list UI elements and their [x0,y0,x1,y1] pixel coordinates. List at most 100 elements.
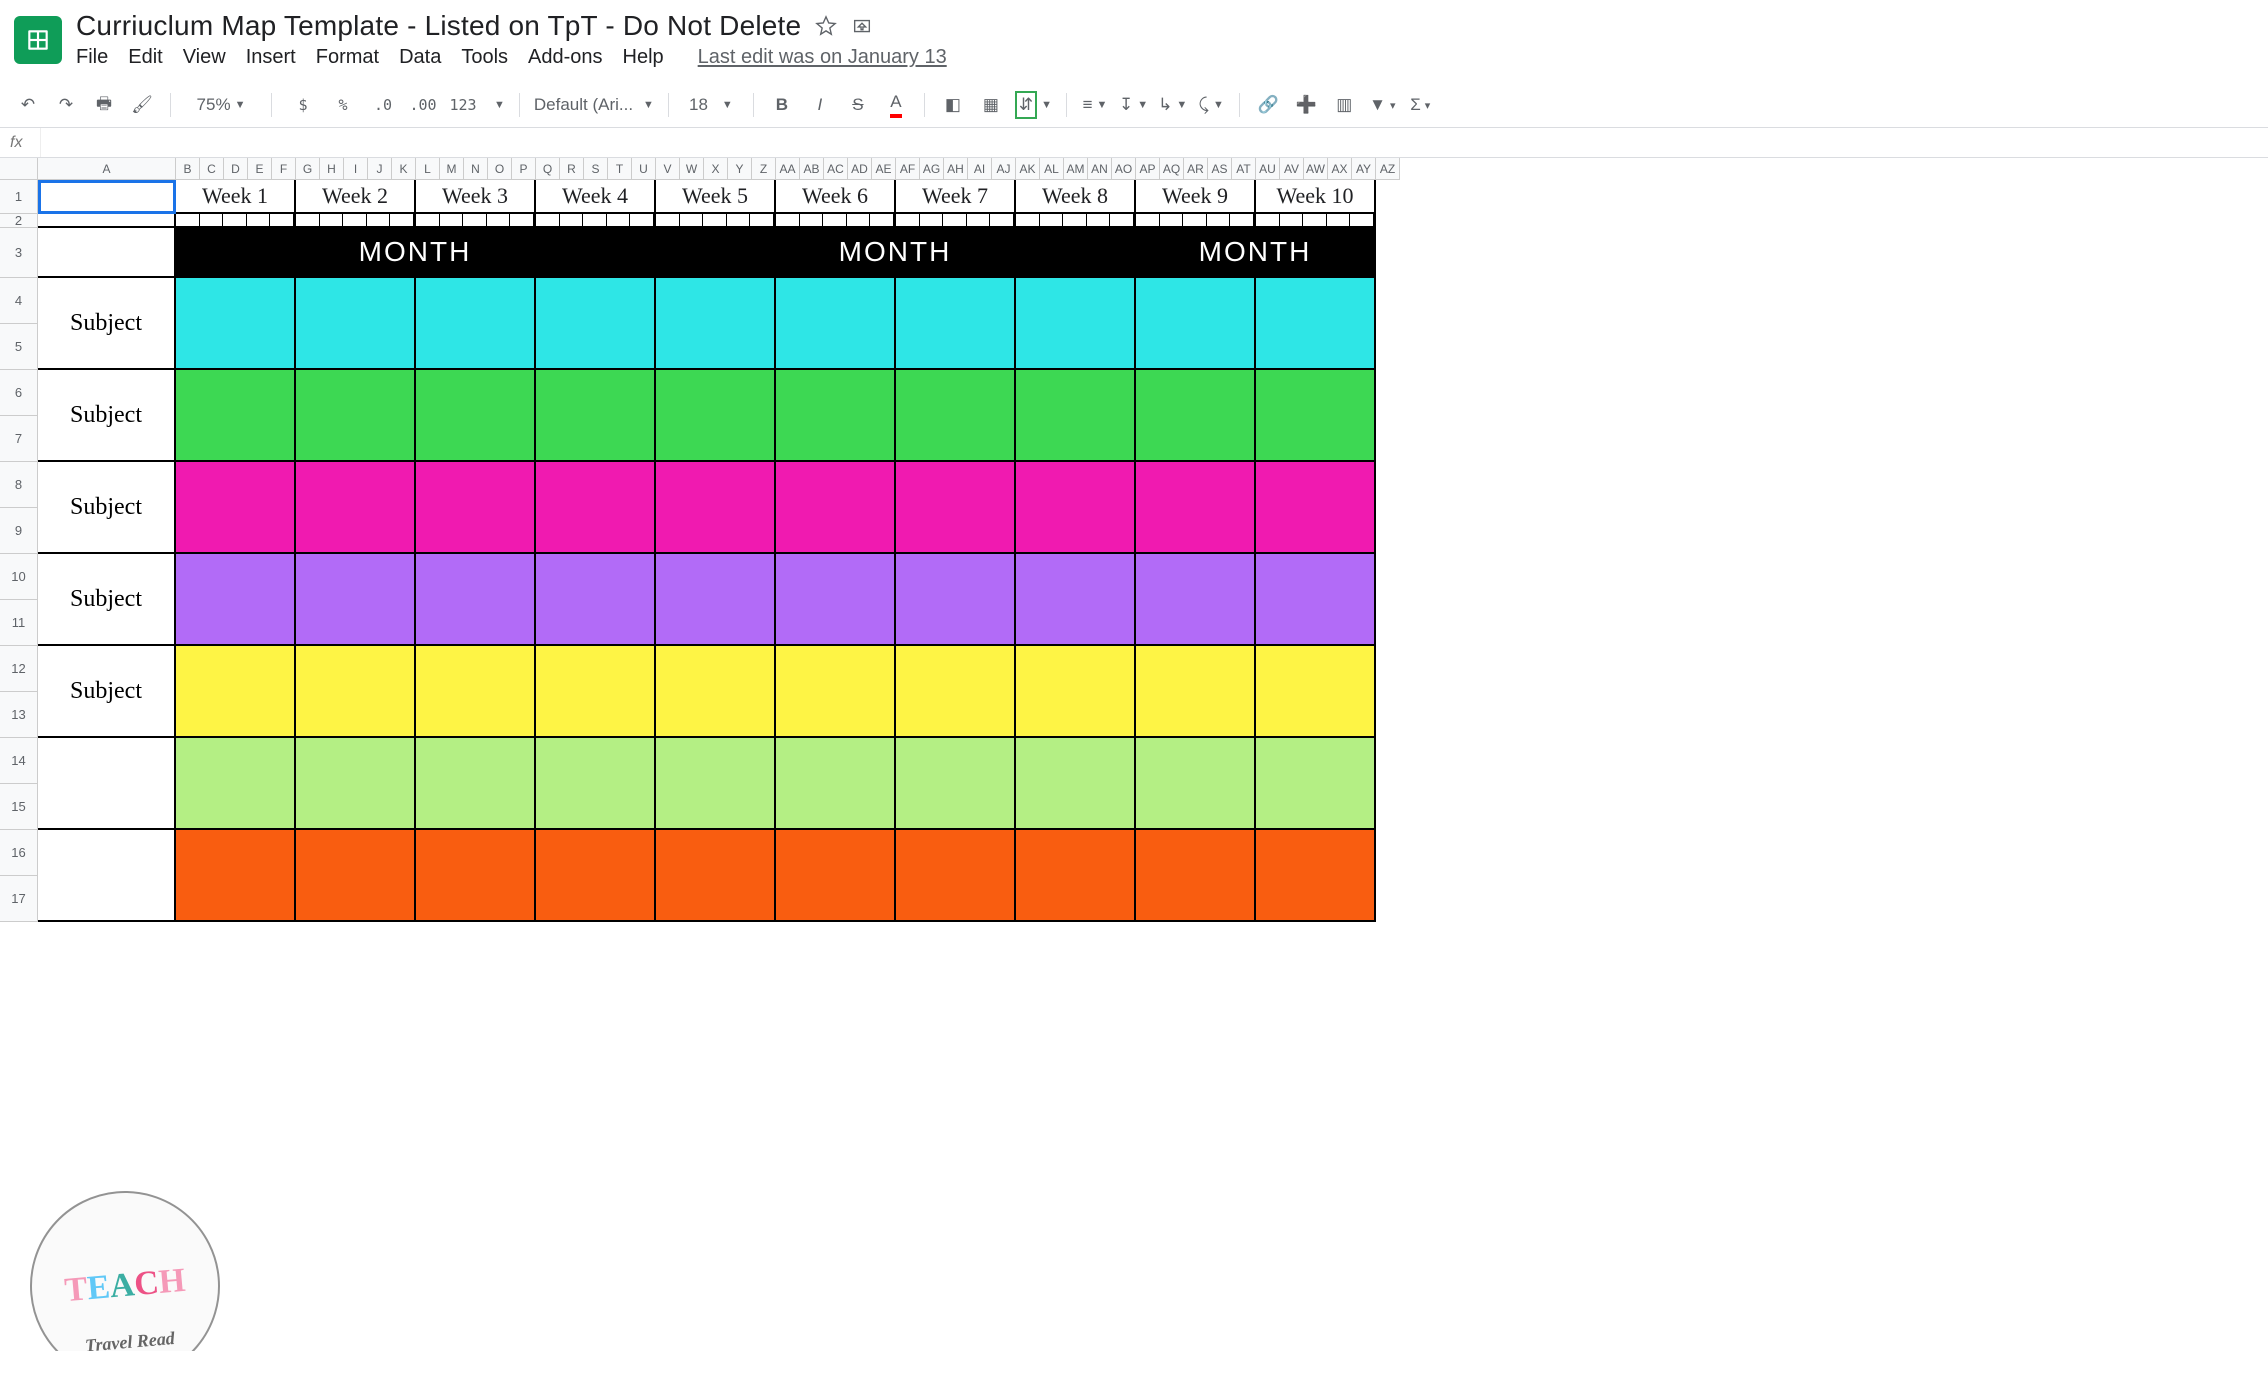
col-header[interactable]: AG [920,158,944,180]
col-header[interactable]: AM [1064,158,1088,180]
numfmt-[interactable]: $ [286,91,320,119]
row-header[interactable]: 17 [0,876,38,922]
col-header[interactable]: AN [1088,158,1112,180]
subject-cell[interactable] [1016,370,1136,462]
redo-button[interactable]: ↷ [52,91,80,119]
link-button[interactable]: 🔗 [1254,91,1282,119]
day-tick-group[interactable] [896,214,1016,228]
subject-cell[interactable] [416,462,536,554]
menu-edit[interactable]: Edit [128,46,162,69]
text-color-button[interactable]: A [882,91,910,119]
row-header[interactable]: 1 [0,180,38,214]
col-header[interactable]: Z [752,158,776,180]
subject-cell[interactable] [656,278,776,370]
subject-cell[interactable] [1256,646,1376,738]
subject-cell[interactable] [536,370,656,462]
menu-insert[interactable]: Insert [246,46,296,69]
col-header[interactable]: I [344,158,368,180]
v-align-button[interactable]: ↧▼ [1119,91,1148,119]
subject-cell[interactable] [176,278,296,370]
week-header[interactable]: Week 9 [1136,180,1256,214]
subject-cell[interactable] [1136,738,1256,830]
subject-cell[interactable] [1016,462,1136,554]
col-header[interactable]: AI [968,158,992,180]
col-header[interactable]: R [560,158,584,180]
col-header[interactable]: AK [1016,158,1040,180]
month-header[interactable]: MONTH [656,228,1136,278]
week-header[interactable]: Week 8 [1016,180,1136,214]
numfmt-[interactable]: % [326,91,360,119]
col-header[interactable]: AQ [1160,158,1184,180]
font-size-select[interactable]: 18▼ [683,91,739,119]
move-to-folder-icon[interactable] [851,15,873,37]
col-header[interactable]: AD [848,158,872,180]
print-button[interactable]: 🖶 [90,91,118,119]
col-header[interactable]: AA [776,158,800,180]
subject-label-cell[interactable] [38,738,176,830]
col-header[interactable]: F [272,158,296,180]
col-header[interactable]: AF [896,158,920,180]
menu-format[interactable]: Format [316,46,379,69]
day-tick-group[interactable] [776,214,896,228]
menu-tools[interactable]: Tools [461,46,508,69]
subject-cell[interactable] [1256,554,1376,646]
subject-cell[interactable] [296,830,416,922]
row-header[interactable]: 4 [0,278,38,324]
subject-cell[interactable] [1136,462,1256,554]
week-header[interactable]: Week 2 [296,180,416,214]
rotate-button[interactable]: ⤹▼ [1197,91,1225,119]
chart-button[interactable]: ▥ [1330,91,1358,119]
col-header[interactable]: B [176,158,200,180]
subject-cell[interactable] [896,462,1016,554]
col-header[interactable]: N [464,158,488,180]
doc-title[interactable]: Curriuclum Map Template - Listed on TpT … [76,10,801,42]
subject-cell[interactable] [1256,462,1376,554]
col-header[interactable]: AT [1232,158,1256,180]
star-icon[interactable] [815,15,837,37]
col-header[interactable]: AR [1184,158,1208,180]
col-header[interactable]: O [488,158,512,180]
col-header[interactable]: AL [1040,158,1064,180]
col-header[interactable]: AS [1208,158,1232,180]
formula-input[interactable] [40,128,2268,157]
month-header[interactable]: MONTH [176,228,656,278]
h-align-button[interactable]: ≡▼ [1081,91,1109,119]
subject-label-cell[interactable] [38,830,176,922]
menu-data[interactable]: Data [399,46,441,69]
subject-cell[interactable] [176,738,296,830]
subject-cell[interactable] [416,738,536,830]
row-header[interactable]: 2 [0,214,38,228]
day-tick-group[interactable] [1136,214,1256,228]
col-header[interactable]: AV [1280,158,1304,180]
subject-cell[interactable] [1136,646,1256,738]
day-tick-group[interactable] [1256,214,1376,228]
col-header[interactable]: AX [1328,158,1352,180]
subject-cell[interactable] [776,278,896,370]
wrap-button[interactable]: ↳▼ [1158,91,1187,119]
col-header[interactable]: U [632,158,656,180]
subject-cell[interactable] [1016,830,1136,922]
col-header[interactable]: AU [1256,158,1280,180]
cell-A1[interactable] [38,180,176,214]
subject-cell[interactable] [176,554,296,646]
paint-format-button[interactable]: 🖌 [128,91,156,119]
col-header[interactable]: D [224,158,248,180]
comment-button[interactable]: ➕ [1292,91,1320,119]
functions-button[interactable]: Σ▾ [1406,91,1434,119]
cell-grid[interactable]: Week 1Week 2Week 3Week 4Week 5Week 6Week… [38,180,1376,922]
subject-cell[interactable] [536,278,656,370]
col-header[interactable]: W [680,158,704,180]
merge-button[interactable]: ⇵▼ [1015,91,1052,119]
week-header[interactable]: Week 3 [416,180,536,214]
menu-file[interactable]: File [76,46,108,69]
subject-cell[interactable] [656,646,776,738]
subject-cell[interactable] [416,370,536,462]
fill-color-button[interactable]: ◧ [939,91,967,119]
col-header[interactable]: AE [872,158,896,180]
row-header[interactable]: 15 [0,784,38,830]
col-header[interactable]: X [704,158,728,180]
row-header[interactable]: 11 [0,600,38,646]
subject-cell[interactable] [656,462,776,554]
subject-cell[interactable] [1016,554,1136,646]
col-header[interactable]: AO [1112,158,1136,180]
